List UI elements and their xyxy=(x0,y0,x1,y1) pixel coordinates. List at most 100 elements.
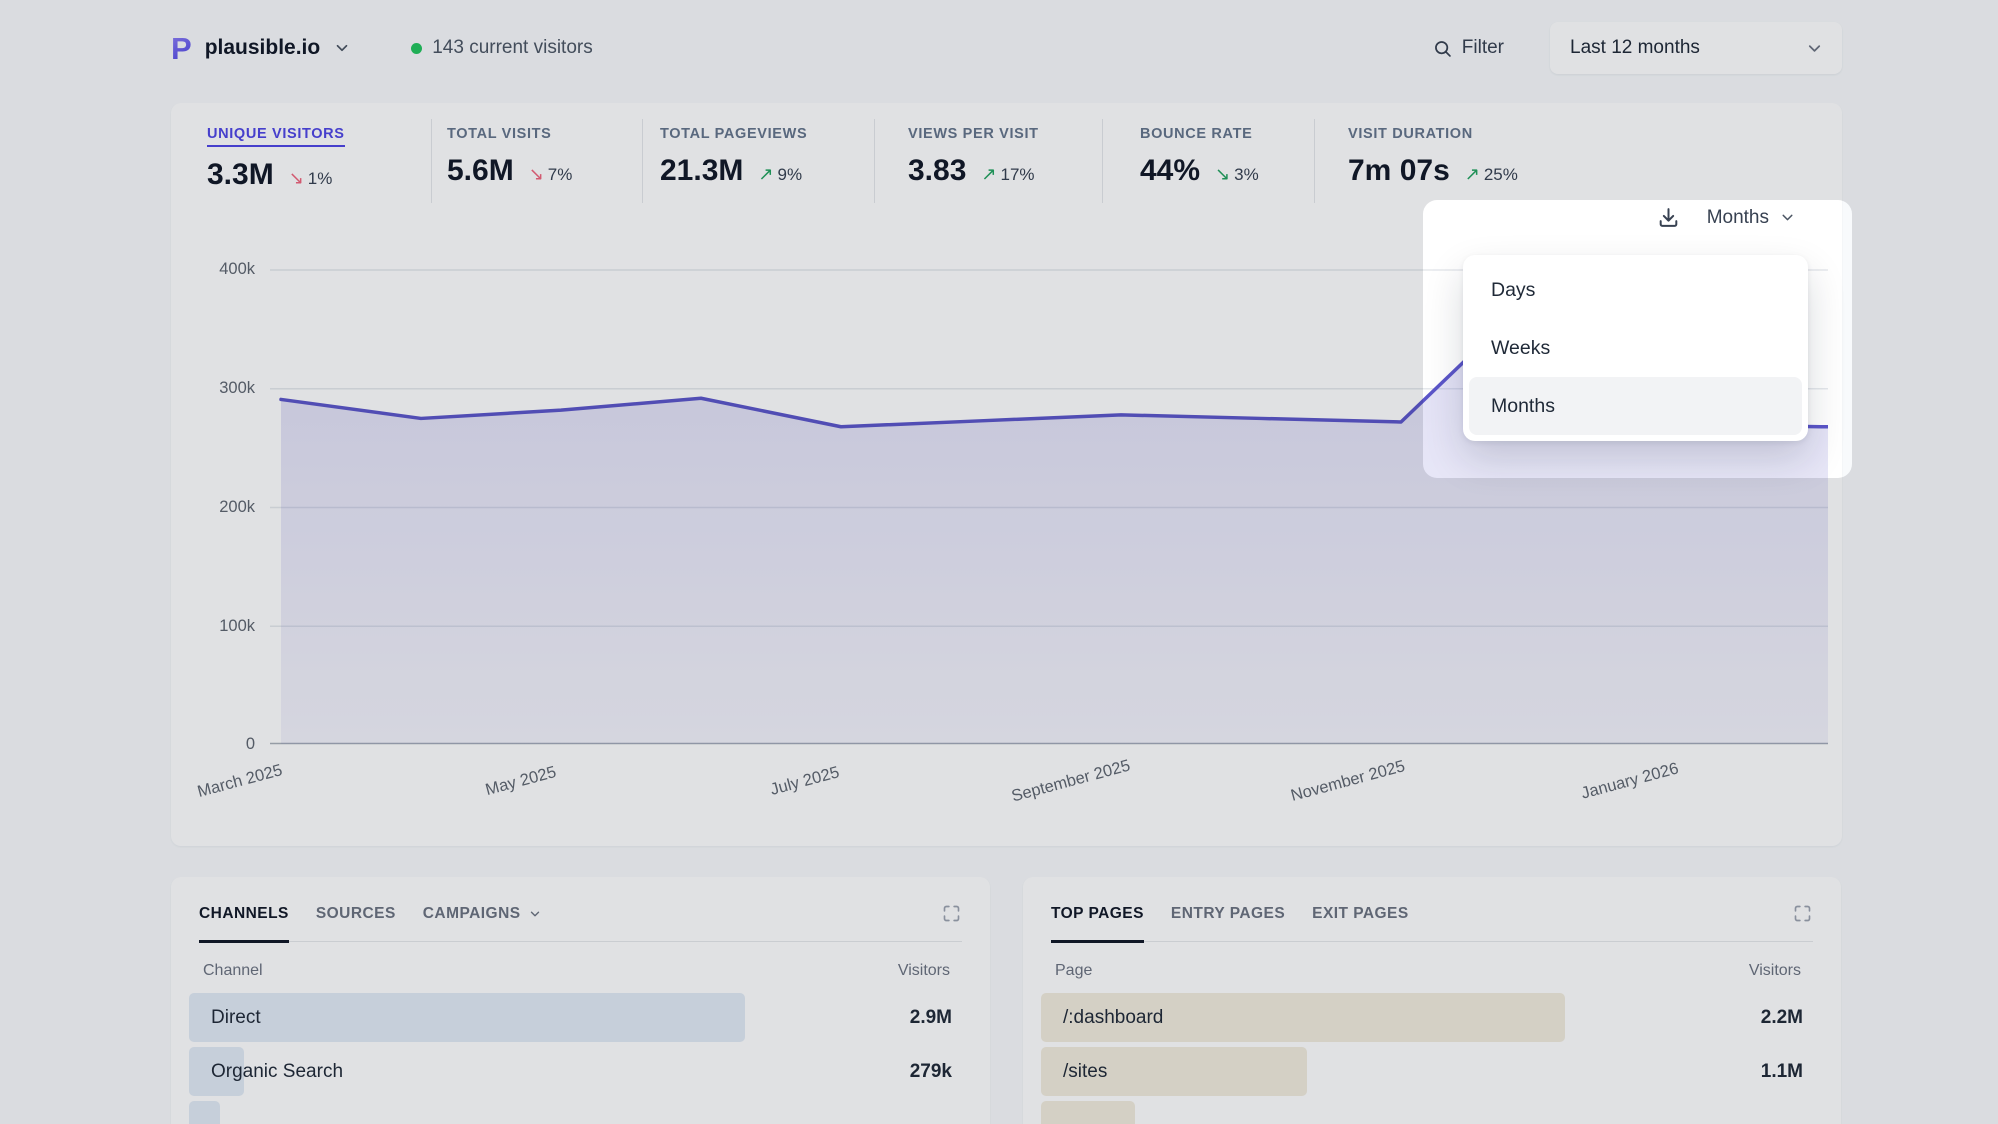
current-visitors-label: 143 current visitors xyxy=(432,37,593,59)
tab-label: TOP PAGES xyxy=(1051,905,1144,923)
interval-option-days[interactable]: Days xyxy=(1469,261,1802,319)
tab-entry-pages[interactable]: ENTRY PAGES xyxy=(1171,905,1285,923)
row-label: Direct xyxy=(211,993,261,1042)
tab-top-pages[interactable]: TOP PAGES xyxy=(1051,905,1144,923)
interval-selected-label: Months xyxy=(1707,207,1769,229)
channels-column-headers: Channel Visitors xyxy=(199,962,962,980)
stat-views-per-visit[interactable]: VIEWS PER VISIT 3.83 ↗17% xyxy=(908,125,1039,188)
tab-campaigns[interactable]: CAMPAIGNS xyxy=(423,905,542,923)
chevron-down-icon xyxy=(528,907,542,921)
table-row-partial xyxy=(189,1101,972,1124)
stat-value: 3.83 xyxy=(908,154,966,188)
live-indicator-dot xyxy=(411,43,422,54)
table-row[interactable]: /:dashboard2.2M xyxy=(1041,993,1823,1042)
filter-label: Filter xyxy=(1462,37,1504,59)
stat-value: 21.3M xyxy=(660,154,743,188)
pages-column-headers: Page Visitors xyxy=(1051,962,1813,980)
stat-value: 44% xyxy=(1140,154,1200,188)
column-header: Page xyxy=(1055,962,1092,980)
graph-controls: Months xyxy=(1656,205,1796,230)
trend-arrow-icon: ↘ xyxy=(1215,164,1230,185)
chevron-down-icon xyxy=(333,39,351,57)
stat-change: ↗9% xyxy=(758,164,802,185)
tab-label: CAMPAIGNS xyxy=(423,905,521,923)
interval-dropdown-menu: DaysWeeksMonths xyxy=(1463,255,1808,441)
trend-arrow-icon: ↗ xyxy=(758,164,773,185)
stat-value: 7m 07s xyxy=(1348,154,1450,188)
top-bar: P plausible.io 143 current visitors Filt… xyxy=(171,22,1842,74)
stat-value: 5.6M xyxy=(447,154,514,188)
site-switcher[interactable]: P plausible.io xyxy=(171,33,351,64)
stat-label: BOUNCE RATE xyxy=(1140,126,1252,142)
stat-divider xyxy=(1314,119,1315,203)
y-tick-label: 100k xyxy=(189,617,255,636)
stat-label: TOTAL PAGEVIEWS xyxy=(660,126,807,142)
stat-total-visits[interactable]: TOTAL VISITS 5.6M ↘7% xyxy=(447,125,572,188)
column-header: Visitors xyxy=(1749,962,1801,980)
interval-option-months[interactable]: Months xyxy=(1469,377,1802,435)
tab-label: SOURCES xyxy=(316,905,396,923)
stat-change: ↗17% xyxy=(981,164,1034,185)
trend-arrow-icon: ↗ xyxy=(1465,164,1480,185)
row-label: /sites xyxy=(1063,1047,1107,1096)
table-row[interactable]: /sites 1.1M xyxy=(1041,1047,1823,1096)
tab-label: EXIT PAGES xyxy=(1312,905,1409,923)
row-label: Organic Search xyxy=(211,1047,343,1096)
interval-option-weeks[interactable]: Weeks xyxy=(1469,319,1802,377)
stat-divider xyxy=(431,119,432,203)
stat-label: TOTAL VISITS xyxy=(447,126,552,142)
stat-label: VIEWS PER VISIT xyxy=(908,126,1039,142)
expand-icon[interactable] xyxy=(941,903,962,924)
column-header: Channel xyxy=(203,962,263,980)
visitors-graph-card: UNIQUE VISITORS3.3M↘1%TOTAL VISITS5.6M↘7… xyxy=(171,103,1842,846)
expand-icon[interactable] xyxy=(1792,903,1813,924)
stat-divider xyxy=(642,119,643,203)
filter-button[interactable]: Filter xyxy=(1432,37,1504,59)
search-icon xyxy=(1432,38,1453,59)
current-visitors[interactable]: 143 current visitors xyxy=(411,37,593,59)
tab-sources[interactable]: SOURCES xyxy=(316,905,396,923)
pages-rows: /:dashboard2.2M/sites1.1M xyxy=(1051,993,1813,1124)
tab-channels[interactable]: CHANNELS xyxy=(199,905,289,923)
download-icon xyxy=(1656,205,1681,230)
stat-bounce-rate[interactable]: BOUNCE RATE44%↘3% xyxy=(1140,125,1259,188)
stat-divider xyxy=(1102,119,1103,203)
row-label: /:dashboard xyxy=(1063,993,1163,1042)
column-header: Visitors xyxy=(898,962,950,980)
stat-unique-visitors[interactable]: UNIQUE VISITORS3.3M↘1% xyxy=(207,125,345,192)
channels-rows: Direct 2.9M Organic Search 279k xyxy=(199,993,962,1124)
trend-arrow-icon: ↘ xyxy=(289,168,304,189)
table-row[interactable]: Direct 2.9M xyxy=(189,993,972,1042)
row-visitors: 1.1M xyxy=(1761,1047,1803,1096)
stat-change: ↘7% xyxy=(529,164,573,185)
date-range-button[interactable]: Last 12 months xyxy=(1550,22,1842,74)
plausible-dashboard: P plausible.io 143 current visitors Filt… xyxy=(0,0,1998,1124)
channels-tabs: CHANNELS SOURCES CAMPAIGNS xyxy=(199,903,962,942)
download-export-button[interactable] xyxy=(1656,205,1681,230)
row-visitors: 2.9M xyxy=(910,993,952,1042)
row-visitors: 279k xyxy=(910,1047,952,1096)
top-pages-card: TOP PAGES ENTRY PAGES EXIT PAGES Page Visito… xyxy=(1023,877,1841,1124)
stat-change: ↘1% xyxy=(289,168,333,189)
stat-total-pageviews[interactable]: TOTAL PAGEVIEWS 21.3M ↗9% xyxy=(660,125,807,188)
plausible-logo-icon: P xyxy=(171,33,192,64)
tab-exit-pages[interactable]: EXIT PAGES xyxy=(1312,905,1409,923)
chevron-down-icon xyxy=(1779,209,1796,226)
trend-arrow-icon: ↗ xyxy=(981,164,996,185)
tab-label: CHANNELS xyxy=(199,905,289,923)
table-row[interactable]: Organic Search 279k xyxy=(189,1047,972,1096)
date-range-label: Last 12 months xyxy=(1570,37,1700,59)
site-name: plausible.io xyxy=(205,36,321,60)
stat-visit-duration[interactable]: VISIT DURATION 7m 07s ↗25% xyxy=(1348,125,1518,188)
pages-tabs: TOP PAGES ENTRY PAGES EXIT PAGES xyxy=(1051,903,1813,942)
interval-selector[interactable]: Months xyxy=(1707,207,1796,229)
value-bar xyxy=(189,1101,220,1124)
trend-arrow-icon: ↘ xyxy=(529,164,544,185)
stat-divider xyxy=(874,119,875,203)
value-bar xyxy=(1041,1101,1135,1124)
y-tick-label: 200k xyxy=(189,498,255,517)
y-tick-label: 300k xyxy=(189,379,255,398)
stat-change: ↗25% xyxy=(1465,164,1518,185)
stat-label: VISIT DURATION xyxy=(1348,126,1473,142)
chevron-down-icon xyxy=(1805,39,1824,58)
